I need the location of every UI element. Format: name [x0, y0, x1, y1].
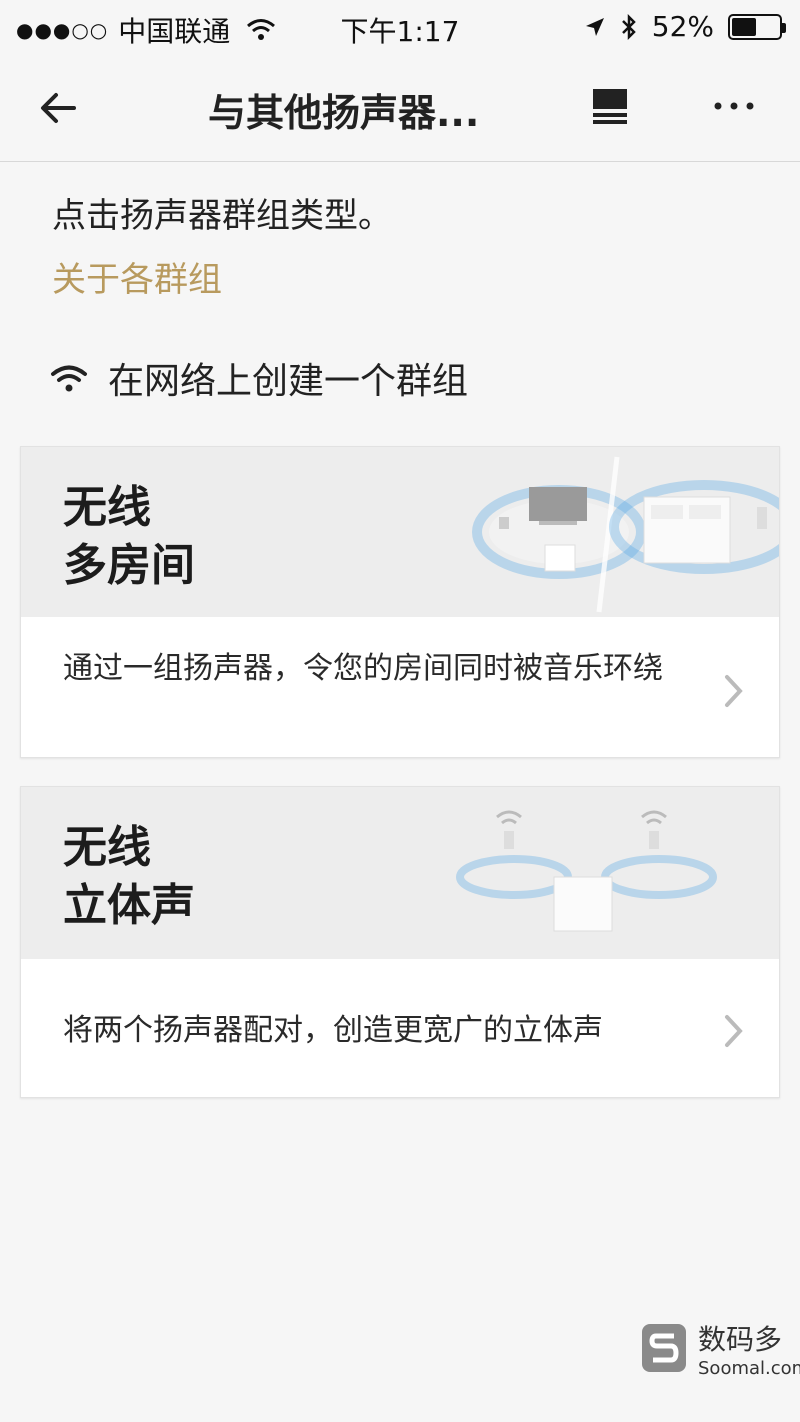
section-title: 在网络上创建一个群组: [108, 361, 469, 402]
chevron-right-icon: [725, 1015, 743, 1047]
multi-room-description: 通过一组扬声器，令您的房间同时被音乐环绕: [63, 651, 663, 686]
watermark-name: 数码多: [698, 1323, 783, 1356]
about-groups-link[interactable]: 关于各群组: [52, 252, 222, 301]
multi-room-card[interactable]: 无线 多房间 通过一组扬声器，令您的房间同时被音乐环绕: [20, 446, 780, 758]
battery-percent: 52%: [651, 10, 714, 43]
multi-room-illustration: [472, 456, 779, 613]
stereo-description: 将两个扬声器配对，创造更宽广的立体声: [63, 1013, 603, 1048]
stereo-banner: 无线 立体声: [21, 787, 779, 959]
stereo-title-line2: 立体声: [63, 880, 195, 931]
bluetooth-icon: [621, 13, 636, 40]
section-header: 在网络上创建一个群组: [50, 352, 468, 404]
page-title: 与其他扬声器...: [208, 91, 480, 135]
status-bar: ●●●○○ 中国联通 下午1:17 52%: [0, 0, 800, 56]
soomal-logo-icon: [642, 1323, 686, 1372]
stereo-illustration: [456, 810, 717, 932]
navigation-bar: 与其他扬声器...: [0, 56, 800, 162]
stereo-title-line1: 无线: [63, 822, 151, 873]
back-arrow-icon[interactable]: [36, 86, 80, 130]
battery-icon: [728, 13, 786, 40]
multi-room-banner: 无线 多房间: [21, 447, 779, 617]
more-options-icon[interactable]: [712, 86, 756, 126]
multi-room-title-line2: 多房间: [63, 540, 195, 591]
watermark-domain: Soomal.com: [698, 1358, 800, 1379]
instruction-text: 点击扬声器群组类型。: [52, 196, 392, 236]
queue-icon[interactable]: [590, 86, 630, 126]
status-right: 52%: [584, 10, 786, 43]
chevron-right-icon: [725, 675, 743, 707]
stereo-card[interactable]: 无线 立体声 将两个扬声器配对，创造更宽广的立体声: [20, 786, 780, 1098]
multi-room-title: 无线 多房间: [63, 479, 195, 595]
battery-level: [732, 17, 756, 36]
stereo-title: 无线 立体声: [63, 819, 195, 935]
multi-room-title-line1: 无线: [63, 482, 151, 533]
location-arrow-icon: [585, 17, 604, 36]
wifi-icon: [51, 365, 87, 392]
soomal-watermark: 数码多 Soomal.com: [640, 1318, 800, 1379]
